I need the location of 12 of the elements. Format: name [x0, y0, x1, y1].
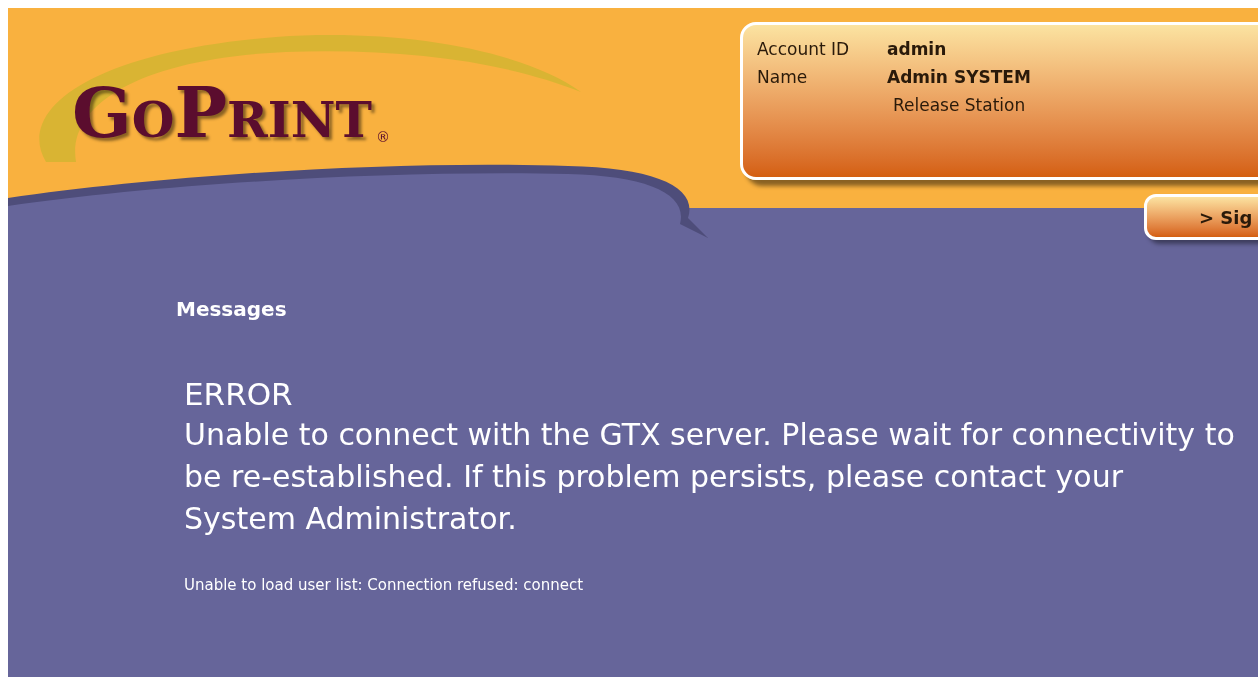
error-message: Unable to connect with the GTX server. Please wait for connectivity to be re-established. If this problem persists, please contact your System Administrator. — [184, 416, 1236, 538]
messages-heading: Messages — [176, 296, 288, 323]
sign-in-button[interactable]: > Sig — [1144, 194, 1258, 240]
name-label: Name — [757, 66, 809, 89]
detail-message: Unable to load user list: Connection refused: connect — [184, 575, 585, 596]
account-id-label: Account ID — [757, 38, 851, 61]
station-label: Release Station — [893, 94, 1026, 117]
registered-mark: ® — [376, 128, 390, 147]
name-value: Admin SYSTEM — [887, 66, 1031, 89]
error-title: ERROR — [184, 375, 294, 414]
account-id-value: admin — [887, 38, 947, 61]
logo-text: GoPrint — [72, 78, 372, 148]
